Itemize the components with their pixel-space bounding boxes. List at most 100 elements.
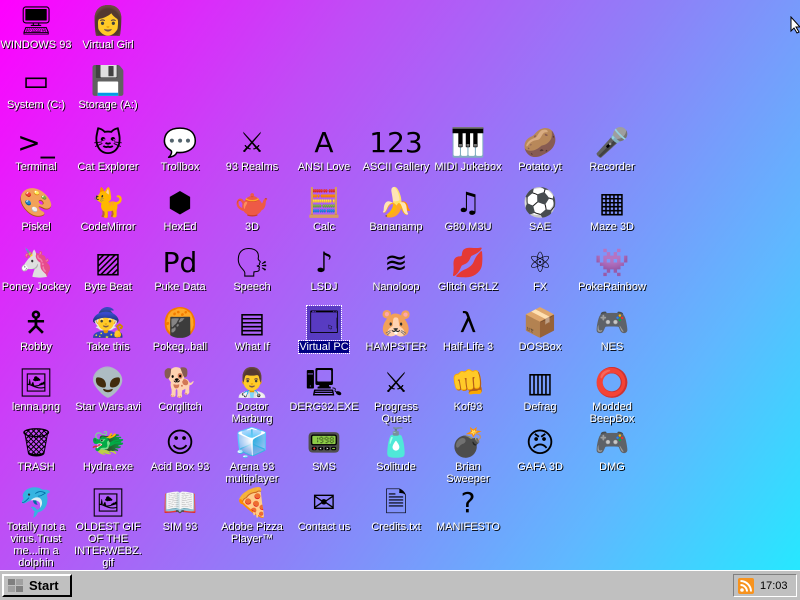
desktop-icon[interactable]: 🎹 MIDI Jukebox xyxy=(432,126,504,184)
desktop-icon[interactable]: A ANSI Love xyxy=(288,126,360,184)
desktop-icon[interactable]: 🐱 Cat Explorer xyxy=(72,126,144,184)
image-file-icon: 🖼 xyxy=(90,486,126,519)
desktop-icon-label: Piskel xyxy=(21,221,51,233)
teapot-icon: 🫖 xyxy=(234,186,270,219)
desktop-icon[interactable]: ⚽ SAE xyxy=(504,186,576,244)
desktop-icon[interactable]: ⚔ Progress Quest xyxy=(360,366,432,425)
desktop-icon[interactable]: 🫖 3D xyxy=(216,186,288,244)
desktop-icon[interactable]: ? MANIFESTO xyxy=(432,486,504,544)
start-button[interactable]: Start xyxy=(2,574,72,597)
desktop-icon[interactable]: 🐲 Hydra.exe xyxy=(72,426,144,484)
pokeball-icon: 🍘 xyxy=(162,306,198,339)
desktop-icon[interactable]: ⚛ FX xyxy=(504,246,576,304)
desktop-icon[interactable]: ♫ G80.M3U xyxy=(432,186,504,244)
desktop-icon[interactable]: 📦 DOSBox xyxy=(504,306,576,364)
desktop-icon[interactable]: 👨‍⚕ Doctor Marburg xyxy=(216,366,288,425)
desktop-icon[interactable]: 🧴 Solitude xyxy=(360,426,432,484)
desktop-icon[interactable]: Pd Puke Data xyxy=(144,246,216,304)
desktop-icon[interactable]: 🎮 DMG xyxy=(576,426,648,484)
desktop-icon[interactable]: 🯅 Robby xyxy=(0,306,72,364)
desktop-icon[interactable]: 🐈 CodeMirror xyxy=(72,186,144,244)
desktop-icon[interactable]: 🖼 lenna.png xyxy=(0,366,72,424)
desktop-icon[interactable]: ▥ Defrag xyxy=(504,366,576,424)
desktop-icon[interactable]: 123 ASCII Gallery xyxy=(360,126,432,184)
desktop-icon[interactable]: ⚔ 93 Realms xyxy=(216,126,288,184)
desktop-icon[interactable]: 🗔 Virtual PC xyxy=(288,305,360,364)
desktop-icon[interactable]: 🗑 TRASH xyxy=(0,426,72,484)
desktop-icon[interactable]: 📟 SMS xyxy=(288,426,360,484)
desktop-icon[interactable]: 🎤 Recorder xyxy=(576,126,648,184)
mine-icon: 💣 xyxy=(450,426,486,459)
desktop-icon[interactable]: ▨ Byte Beat xyxy=(72,246,144,304)
desktop-icon-label: MIDI Jukebox xyxy=(434,161,502,173)
desktop-icon[interactable]: ⬢ HexEd xyxy=(144,186,216,244)
desktop-icon[interactable]: 💾 Storage (A:) xyxy=(72,64,144,122)
desktop-icon-label: Virtual Girl xyxy=(82,39,134,51)
potato-icon: 🥔 xyxy=(522,126,558,159)
desktop-icon[interactable]: 😠 GAFA 3D xyxy=(504,426,576,484)
desktop-icon[interactable]: 🎨 Piskel xyxy=(0,186,72,244)
desktop-icon-label: DERG32.EXE xyxy=(289,401,359,413)
desktop-icon[interactable]: ⭕ Modded BeepBox xyxy=(576,366,648,425)
desktop-icon-label: Take this xyxy=(86,341,130,353)
stick-figure-icon: 🯅 xyxy=(23,306,49,339)
desktop-icon[interactable]: ▦ Maze 3D xyxy=(576,186,648,244)
desktop-icon[interactable]: 👩 Virtual Girl xyxy=(72,4,144,62)
desktop-icon[interactable]: 🖥 WINDOWS 93 xyxy=(0,4,72,62)
desktop-icon[interactable]: 🐬 Totally not a virus.Trust me...im a dol… xyxy=(0,486,72,569)
desktop-icon[interactable]: 🧙 Take this xyxy=(72,306,144,364)
desktop-icon[interactable]: 👽 Star Wars.avi xyxy=(72,366,144,424)
desktop-icon[interactable]: 🍕 Adobe Pizza Player™ xyxy=(216,486,288,545)
desktop-icon-label: Recorder xyxy=(589,161,635,173)
virtual-girl-face-icon: 👩 xyxy=(90,4,126,37)
desktop-icon[interactable]: >_ Terminal xyxy=(0,126,72,184)
desktop-icon[interactable]: ≋ Nanoloop xyxy=(360,246,432,304)
desktop-icon[interactable]: 🧮 Calc xyxy=(288,186,360,244)
desktop-icon[interactable]: 🎮 NES xyxy=(576,306,648,364)
desktop-icon[interactable]: ☺ Acid Box 93 xyxy=(144,426,216,484)
desktop-icon[interactable]: ▭ System (C:) xyxy=(0,64,72,122)
what-if-window-icon: ▤ xyxy=(238,306,266,339)
hamster-icon: 🐹 xyxy=(378,306,414,339)
image-file-icon: 🖼 xyxy=(18,366,54,399)
desktop-icon[interactable]: 🦄 Poney Jockey xyxy=(0,246,72,304)
sega-console-icon: 📟 xyxy=(306,426,342,459)
yoda-icon: 👽 xyxy=(90,366,126,399)
desktop-icon[interactable]: ♪ LSDJ xyxy=(288,246,360,304)
desktop-icon-label: G80.M3U xyxy=(444,221,492,233)
desktop-icon[interactable]: 🍘 Pokeg..ball xyxy=(144,306,216,364)
desktop-icon-label: GAFA 3D xyxy=(517,461,563,473)
desktop-icon[interactable]: 🐕 Corglitch xyxy=(144,366,216,424)
rss-feed-icon[interactable] xyxy=(738,577,754,594)
desktop-icon-label: Potato.yt xyxy=(518,161,562,173)
desktop-icon[interactable]: λ Half-Life 3 xyxy=(432,306,504,364)
contact-pen-icon: ✉ xyxy=(312,486,336,519)
desktop-icon[interactable]: 💣 Brian Sweeper xyxy=(432,426,504,485)
desktop-icon[interactable]: 🖼 OLDEST GIF OF THE INTERWEBZ.gif xyxy=(72,486,144,569)
desktop-icon[interactable]: 🍌 Bananamp xyxy=(360,186,432,244)
half-life-lambda-icon: λ xyxy=(459,306,477,339)
desktop-icon[interactable]: 👊 Kof93 xyxy=(432,366,504,424)
desktop-icon-label: OLDEST GIF OF THE INTERWEBZ.gif xyxy=(74,521,142,569)
desktop-icon[interactable]: 👾 PokeRainbow xyxy=(576,246,648,304)
pixel-man-icon: 🧙 xyxy=(90,306,126,339)
desktop-icon[interactable]: 🖳 DERG32.EXE xyxy=(288,366,360,424)
desktop-icon[interactable]: 📖 SIM 93 xyxy=(144,486,216,544)
desktop-icon[interactable]: 🗣 Speech xyxy=(216,246,288,304)
desktop-icon-label: Defrag xyxy=(523,401,557,413)
desktop-icon-label: Corglitch xyxy=(158,401,202,413)
maze-icon: ▦ xyxy=(598,186,626,219)
nanoloop-wave-icon: ≋ xyxy=(384,246,408,279)
desktop-icon[interactable]: ✉ Contact us xyxy=(288,486,360,544)
desktop-icon[interactable]: 🧊 Arena 93 multiplayer xyxy=(216,426,288,485)
desktop-icon[interactable]: 💋 Glitch GRLZ xyxy=(432,246,504,304)
desktop-icon[interactable]: 💬 Trollbox xyxy=(144,126,216,184)
desktop-icon[interactable]: ▤ What If xyxy=(216,306,288,364)
desktop-icon[interactable]: 🗎 Credits.txt xyxy=(360,486,432,544)
desktop-icon-label: 93 Realms xyxy=(225,161,279,173)
desktop-icon-label: Puke Data xyxy=(154,281,206,293)
desktop-icon-label: WINDOWS 93 xyxy=(0,39,72,51)
desktop-icon[interactable]: 🐹 HAMPSTER xyxy=(360,306,432,364)
system-tray: 17:03 xyxy=(733,574,797,597)
desktop-icon[interactable]: 🥔 Potato.yt xyxy=(504,126,576,184)
